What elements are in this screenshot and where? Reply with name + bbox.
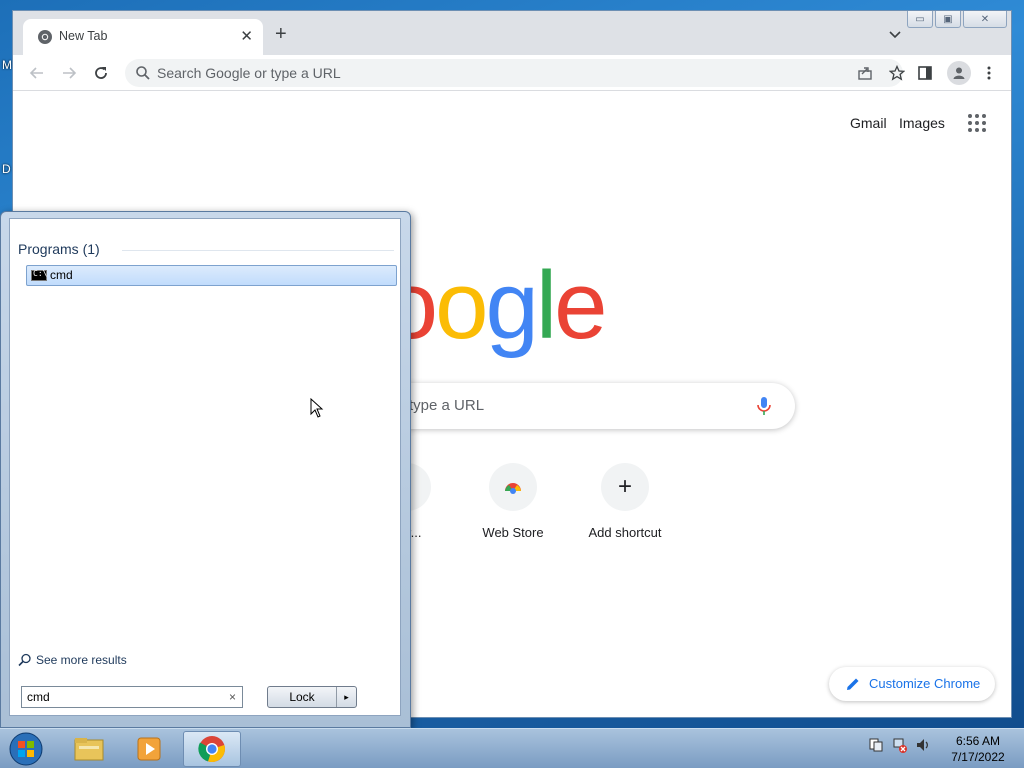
logo-letter: e — [554, 252, 607, 359]
tab-close-icon[interactable]: ✕ — [240, 27, 253, 45]
plus-icon: + — [601, 463, 649, 511]
back-icon[interactable] — [27, 63, 47, 83]
programs-section-title: Programs (1) — [18, 241, 100, 257]
customize-chrome-button[interactable]: Customize Chrome — [829, 667, 995, 701]
lock-button[interactable]: Lock ▸ — [267, 686, 357, 708]
logo-letter: l — [535, 252, 557, 359]
media-player-icon — [137, 737, 161, 761]
result-label: cmd — [50, 268, 73, 282]
shortcut-label: Add shortcut — [588, 525, 662, 540]
ntp-search-placeholder: type a URL — [409, 397, 485, 414]
google-apps-icon[interactable] — [967, 113, 987, 133]
omnibox-placeholder: Search Google or type a URL — [157, 65, 341, 81]
start-search-input[interactable]: cmd × — [21, 686, 243, 708]
microphone-icon[interactable] — [753, 395, 775, 417]
section-divider — [122, 250, 394, 251]
window-controls: ▭ ▣ ✕ — [907, 11, 1007, 28]
chrome-icon — [198, 736, 225, 763]
gmail-link[interactable]: Gmail — [850, 115, 887, 131]
share-icon[interactable] — [857, 65, 873, 81]
start-menu: Programs (1) C:\ cmd See more results cm… — [0, 211, 411, 728]
shortcut-label: Web Store — [482, 525, 544, 540]
images-link[interactable]: Images — [899, 115, 945, 131]
chrome-titlebar: New Tab ✕ + ▭ ▣ ✕ — [13, 11, 1011, 55]
taskbar-explorer[interactable] — [60, 731, 118, 767]
bookmark-star-icon[interactable] — [889, 65, 905, 81]
logo-letter: o — [435, 252, 488, 359]
lock-label: Lock — [289, 690, 315, 704]
taskbar: 6:56 AM 7/17/2022 — [0, 728, 1024, 768]
start-menu-results-pane: Programs (1) C:\ cmd See more results — [9, 218, 401, 716]
desktop-label-d: D — [2, 162, 11, 176]
logo-letter: g — [485, 252, 538, 359]
desktop-label-m: M — [2, 58, 12, 72]
taskbar-chrome[interactable] — [183, 731, 241, 767]
taskbar-media-player[interactable] — [120, 731, 178, 767]
pencil-icon — [847, 678, 859, 690]
shortcut-web-store[interactable]: Web Store — [457, 463, 569, 540]
tab-search-chevron-icon[interactable] — [887, 26, 903, 42]
minimize-button[interactable]: ▭ — [907, 11, 933, 28]
network-error-icon[interactable] — [892, 737, 908, 753]
chrome-favicon-icon — [38, 30, 52, 44]
reload-icon[interactable] — [91, 63, 111, 83]
clock-date: 7/17/2022 — [951, 750, 1005, 764]
cmd-icon: C:\ — [31, 269, 47, 281]
tab-new-tab[interactable]: New Tab ✕ — [23, 19, 263, 55]
magnifier-icon — [18, 653, 31, 667]
omnibox[interactable]: Search Google or type a URL — [125, 59, 905, 87]
tab-title: New Tab — [59, 29, 108, 43]
close-window-button[interactable]: ✕ — [963, 11, 1007, 28]
search-icon — [136, 66, 150, 80]
chrome-toolbar: Search Google or type a URL — [13, 55, 1011, 91]
clock-time: 6:56 AM — [955, 734, 1001, 748]
mouse-cursor-icon — [310, 398, 324, 418]
start-search-value: cmd — [27, 690, 50, 704]
clear-search-icon[interactable]: × — [229, 690, 236, 704]
new-tab-button[interactable]: + — [275, 23, 287, 46]
see-more-label: See more results — [36, 653, 127, 667]
side-panel-icon[interactable] — [915, 63, 935, 83]
result-cmd[interactable]: C:\ cmd — [26, 265, 397, 286]
shutdown-options-arrow-icon[interactable]: ▸ — [336, 687, 356, 707]
customize-chrome-label: Customize Chrome — [869, 676, 981, 691]
start-orb-icon[interactable] — [6, 731, 46, 767]
add-shortcut-button[interactable]: + Add shortcut — [569, 463, 681, 540]
action-center-icon[interactable] — [868, 737, 884, 753]
volume-icon[interactable] — [915, 737, 931, 753]
profile-avatar-icon[interactable] — [947, 61, 971, 85]
system-clock[interactable]: 6:56 AM 7/17/2022 — [936, 733, 1020, 765]
forward-icon[interactable] — [59, 63, 79, 83]
more-menu-icon[interactable] — [979, 63, 999, 83]
web-store-icon — [489, 463, 537, 511]
maximize-button[interactable]: ▣ — [935, 11, 961, 28]
folder-icon — [74, 738, 104, 761]
